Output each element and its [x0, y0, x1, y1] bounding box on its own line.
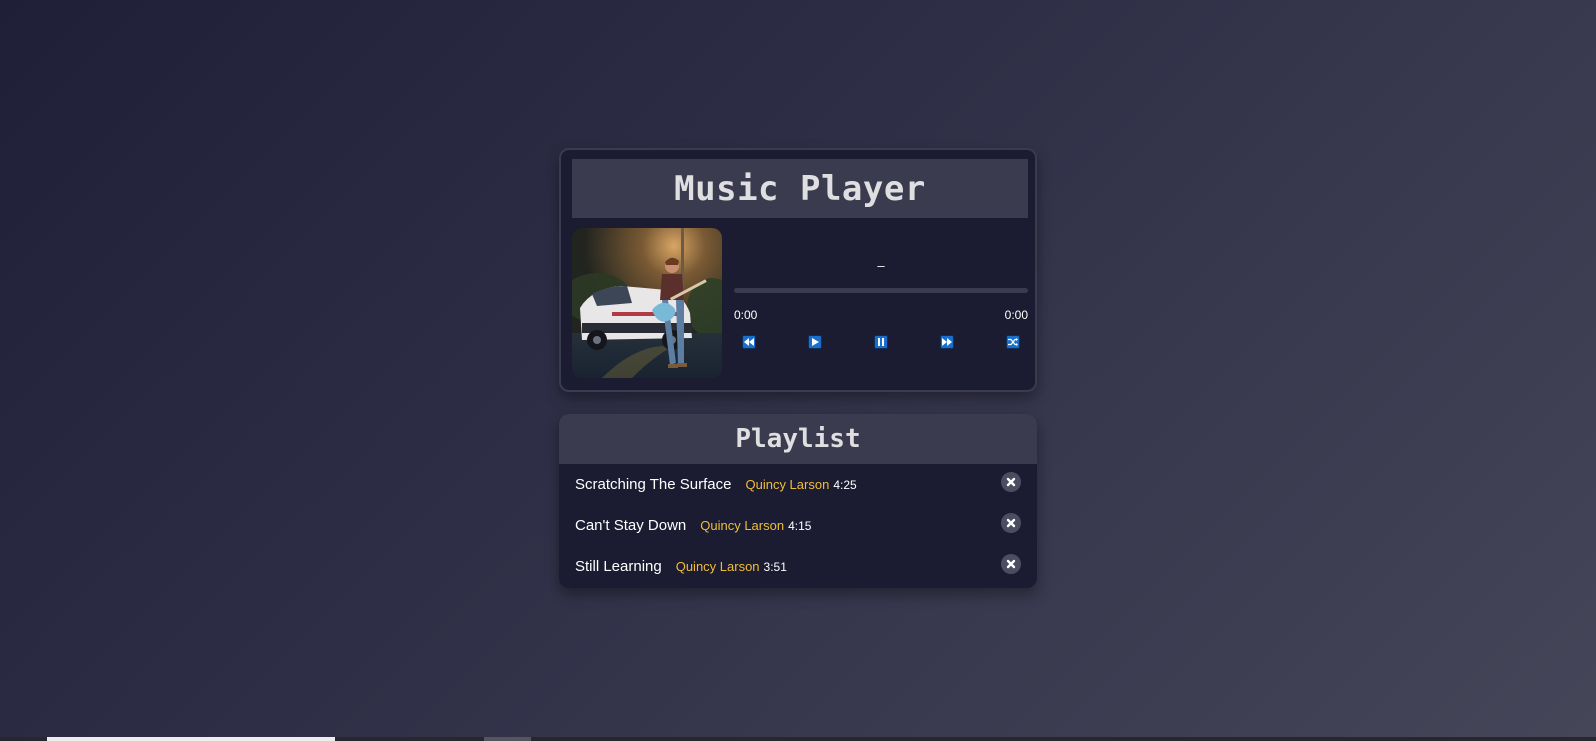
playlist-song[interactable]: Can't Stay Down Quincy Larson 4:15: [559, 505, 1037, 546]
close-icon: [1006, 477, 1016, 487]
delete-song-button[interactable]: [1001, 472, 1021, 492]
song-artist: Quincy Larson: [700, 518, 785, 533]
previous-icon: [744, 338, 754, 346]
current-song-info: –: [877, 258, 885, 273]
close-icon: [1006, 559, 1016, 569]
play-button[interactable]: [808, 335, 822, 349]
progress-bar[interactable]: [734, 288, 1028, 293]
next-icon: [942, 338, 952, 346]
song-title: Scratching The Surface: [575, 476, 732, 493]
song-artist: Quincy Larson: [675, 559, 760, 574]
player-controls: [742, 335, 1020, 349]
song-title: Can't Stay Down: [575, 517, 687, 534]
close-icon: [1006, 518, 1016, 528]
music-player: Music Player – 0:00 0:00: [559, 148, 1037, 392]
playlist-song[interactable]: Scratching The Surface Quincy Larson 4:2…: [559, 464, 1037, 505]
album-art-image: [572, 228, 722, 378]
song-duration: 3:51: [763, 559, 787, 574]
song-duration: 4:25: [833, 477, 857, 492]
taskbar-segment: [484, 737, 531, 741]
taskbar-strip: [0, 737, 1596, 741]
playlist-song[interactable]: Still Learning Quincy Larson 3:51: [559, 546, 1037, 587]
song-title: Still Learning: [575, 558, 662, 575]
current-time: 0:00: [734, 308, 758, 322]
total-time: 0:00: [1004, 308, 1028, 322]
song-artist: Quincy Larson: [745, 477, 830, 492]
playlist-header: Playlist: [559, 414, 1037, 464]
shuffle-icon: [1008, 338, 1018, 346]
playlist-songs: Scratching The Surface Quincy Larson 4:2…: [559, 464, 1037, 587]
play-icon: [812, 338, 819, 346]
pause-icon: [878, 338, 884, 346]
delete-song-button[interactable]: [1001, 554, 1021, 574]
playlist-title: Playlist: [735, 424, 861, 454]
player-title: Music Player: [674, 168, 926, 209]
pause-button[interactable]: [874, 335, 888, 349]
song-duration: 4:15: [788, 518, 812, 533]
playlist-panel: Playlist Scratching The Surface Quincy L…: [559, 414, 1037, 588]
next-button[interactable]: [940, 335, 954, 349]
player-header: Music Player: [572, 159, 1028, 218]
delete-song-button[interactable]: [1001, 513, 1021, 533]
player-display: – 0:00 0:00: [734, 228, 1028, 378]
album-art: [572, 228, 722, 378]
shuffle-button[interactable]: [1006, 335, 1020, 349]
taskbar-segment: [47, 737, 335, 741]
previous-button[interactable]: [742, 335, 756, 349]
